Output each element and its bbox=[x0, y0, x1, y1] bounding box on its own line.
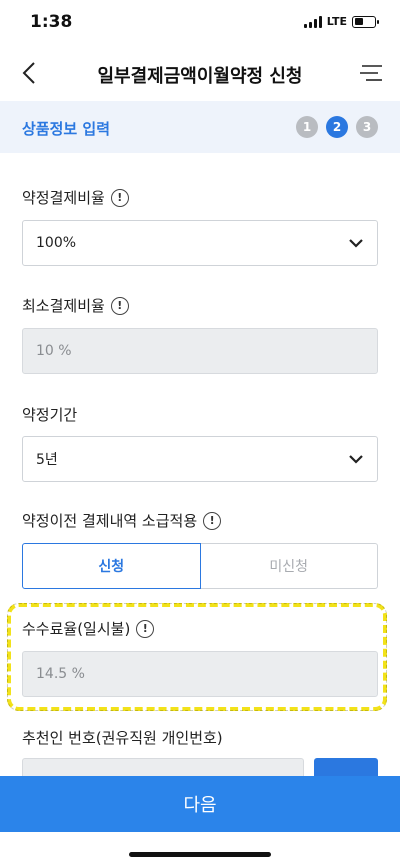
fee-label-row: 수수료율(일시불) ! bbox=[22, 618, 155, 639]
referrer-label-row: 추천인 번호(권유직원 개인번호) bbox=[22, 727, 223, 748]
referrer-label: 추천인 번호(권유직원 개인번호) bbox=[22, 729, 223, 747]
status-indicators: LTE bbox=[303, 15, 379, 28]
page-title: 일부결제금액이월약정 신청 bbox=[97, 66, 303, 87]
chevron-down-icon bbox=[349, 239, 363, 248]
info-icon[interactable]: ! bbox=[110, 296, 129, 315]
rate-label: 약정결제비율 bbox=[22, 189, 105, 207]
nav-bar: 일부결제금액이월약정 신청 bbox=[0, 46, 400, 101]
min-rate-label: 최소결제비율 bbox=[22, 297, 105, 315]
period-label: 약정기간 bbox=[22, 406, 78, 424]
period-select[interactable]: 5년 bbox=[22, 436, 378, 482]
status-time: 1:38 bbox=[30, 12, 73, 32]
rate-select[interactable]: 100% bbox=[22, 220, 378, 266]
step-indicator: 1 2 3 bbox=[296, 116, 378, 138]
fee-label: 수수료율(일시불) bbox=[22, 620, 131, 638]
retro-decline-button[interactable]: 미신청 bbox=[200, 543, 378, 589]
period-value: 5년 bbox=[36, 452, 58, 468]
min-rate-field: 10 % bbox=[22, 328, 378, 374]
next-button[interactable]: 다음 bbox=[0, 776, 400, 832]
retro-label: 약정이전 결제내역 소급적용 bbox=[22, 512, 198, 530]
step-title: 상품정보 입력 bbox=[22, 120, 111, 138]
step-2-current: 2 bbox=[326, 116, 348, 138]
signal-icon bbox=[303, 15, 322, 28]
status-bar: 1:38 LTE bbox=[0, 0, 400, 46]
chevron-down-icon bbox=[349, 455, 363, 464]
rate-label-row: 약정결제비율 ! bbox=[22, 187, 129, 208]
info-icon[interactable]: ! bbox=[136, 619, 155, 638]
battery-icon bbox=[352, 15, 379, 28]
retro-label-row: 약정이전 결제내역 소급적용 ! bbox=[22, 510, 222, 531]
step-bar: 상품정보 입력 1 2 3 bbox=[0, 101, 400, 153]
menu-button[interactable] bbox=[358, 60, 386, 86]
network-type: LTE bbox=[326, 15, 347, 28]
fee-field: 14.5 % bbox=[22, 651, 378, 697]
step-1: 1 bbox=[296, 116, 318, 138]
info-icon[interactable]: ! bbox=[203, 511, 222, 530]
home-area bbox=[0, 832, 400, 866]
info-icon[interactable]: ! bbox=[110, 188, 129, 207]
period-label-row: 약정기간 bbox=[22, 404, 77, 425]
menu-icon bbox=[360, 65, 382, 81]
retro-apply-button[interactable]: 신청 bbox=[22, 543, 201, 589]
min-rate-label-row: 최소결제비율 ! bbox=[22, 295, 129, 316]
fee-value: 14.5 % bbox=[36, 666, 85, 682]
min-rate-value: 10 % bbox=[36, 343, 72, 359]
rate-value: 100% bbox=[36, 235, 77, 251]
home-indicator[interactable] bbox=[129, 852, 271, 857]
step-3: 3 bbox=[356, 116, 378, 138]
retro-toggle-group: 신청 미신청 bbox=[22, 543, 378, 589]
